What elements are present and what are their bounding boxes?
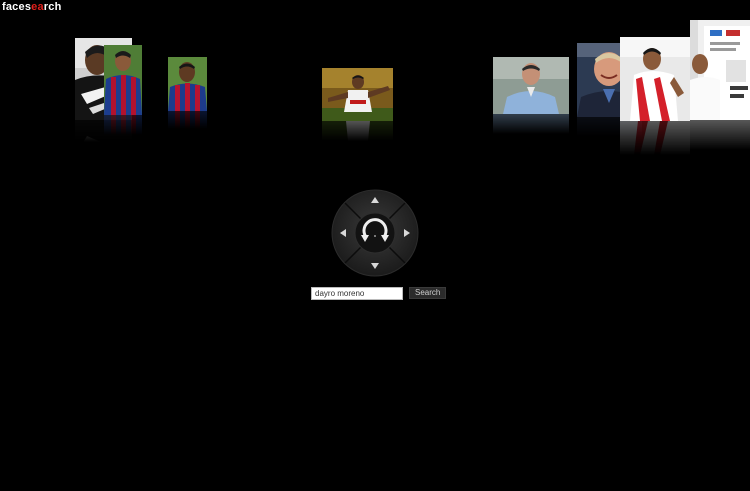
logo-accent: ea [31,1,44,13]
photo-card-8[interactable] [690,20,750,120]
photo-card-2[interactable] [104,45,142,115]
logo-suffix: rch [43,1,62,13]
nav-down-button[interactable] [365,255,385,275]
search-button[interactable]: Search [409,287,447,299]
face-search-stage: facesearch dayro moreno Search [0,0,750,491]
nav-right-button[interactable] [397,223,417,243]
search-bar: Search [311,286,447,300]
photo-reflection-5 [493,114,569,134]
photo-card-5[interactable] [493,57,569,114]
photo-reflection-8 [690,120,750,150]
logo-prefix: faces [2,1,32,13]
photo-card-7[interactable] [620,37,690,121]
photo-reflection-3 [168,111,207,129]
app-logo: facesearch [2,1,62,13]
photo-card-4[interactable] [322,68,393,121]
search-input[interactable] [311,286,403,300]
arrow-left-icon [340,229,346,237]
photo-reflection-2 [104,115,142,135]
photo-reflection-7 [620,121,690,155]
nav-up-button[interactable] [365,191,385,211]
photo-reflection-4 [322,121,393,141]
nav-left-button[interactable] [333,223,353,243]
nav-rotate-button[interactable] [357,215,393,251]
rotate-icon [361,218,389,242]
arrow-down-icon [371,263,379,269]
photo-card-3[interactable] [168,57,207,111]
navigation-control [331,189,419,277]
arrow-right-icon [404,229,410,237]
arrow-up-icon [371,197,379,203]
